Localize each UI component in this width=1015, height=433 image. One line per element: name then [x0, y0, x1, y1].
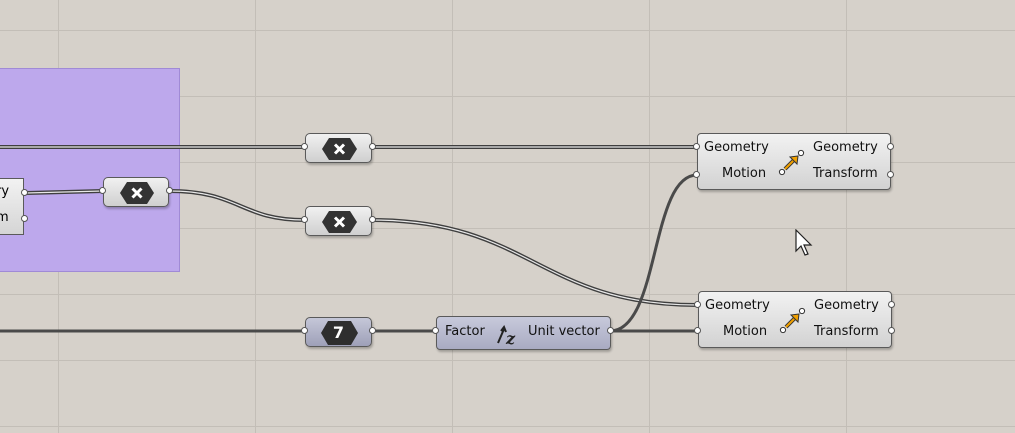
relay-1-input-port[interactable]	[99, 187, 106, 194]
move-2-input-motion-label: Motion	[723, 324, 768, 339]
unit-z-icon: z	[497, 324, 516, 347]
move-2-output-transform-label: Transform	[814, 324, 879, 339]
relay-3-output-port[interactable]	[369, 216, 376, 223]
relay-2[interactable]	[305, 133, 372, 163]
x-hexagon-icon	[120, 182, 154, 204]
relay-3[interactable]	[305, 206, 372, 236]
mouse-cursor-icon	[795, 229, 813, 256]
unit-z-input-port[interactable]	[432, 327, 439, 334]
svg-text:z: z	[505, 329, 516, 347]
number-param[interactable]: 7	[305, 317, 372, 347]
relay-1-output-port[interactable]	[166, 187, 173, 194]
move-1-geometry-output-port[interactable]	[887, 143, 894, 150]
move-2-geometry-output-port[interactable]	[888, 301, 895, 308]
x-hexagon-icon	[322, 138, 357, 160]
wire-vector-to-move-1	[608, 173, 699, 333]
move-1-transform-output-port[interactable]	[887, 171, 894, 178]
move-1-output-transform-label: Transform	[813, 166, 878, 181]
move-arrow-icon	[778, 149, 805, 176]
edge-output-2-label: m	[0, 210, 9, 225]
number-param-output-port[interactable]	[369, 327, 376, 334]
move-1-input-motion-label: Motion	[722, 166, 767, 181]
relay-1[interactable]	[103, 177, 169, 207]
unit-z-input-label: Factor	[445, 324, 485, 339]
edge-output-1-label: ry	[0, 184, 10, 199]
relay-3-input-port[interactable]	[301, 216, 308, 223]
unit-z-output-port[interactable]	[607, 327, 614, 334]
move-2-output-geometry-label: Geometry	[814, 298, 879, 313]
number-param-input-port[interactable]	[301, 327, 308, 334]
move-1-input-geometry-label: Geometry	[704, 140, 769, 155]
move-1-geometry-input-port[interactable]	[693, 143, 700, 150]
move-2-motion-input-port[interactable]	[694, 327, 701, 334]
relay-2-input-port[interactable]	[301, 143, 308, 150]
move-arrow-icon	[779, 307, 806, 334]
edge-component[interactable]: ry m	[0, 178, 24, 235]
number-param-value: 7	[332, 323, 345, 342]
edge-output-1-port[interactable]	[21, 189, 28, 196]
unit-z-component[interactable]: Factor z Unit vector	[436, 316, 611, 350]
x-hexagon-icon	[322, 211, 357, 233]
relay-2-output-port[interactable]	[369, 143, 376, 150]
move-1-output-geometry-label: Geometry	[813, 140, 878, 155]
move-2-geometry-input-port[interactable]	[694, 301, 701, 308]
move-component-2[interactable]: Geometry Motion Geometry Transform	[698, 291, 892, 348]
move-2-transform-output-port[interactable]	[888, 327, 895, 334]
edge-output-2-port[interactable]	[21, 215, 28, 222]
move-component-1[interactable]: Geometry Motion Geometry Transform	[697, 133, 891, 190]
unit-z-output-label: Unit vector	[528, 324, 600, 339]
move-2-input-geometry-label: Geometry	[705, 298, 770, 313]
move-1-motion-input-port[interactable]	[693, 171, 700, 178]
wires-layer	[0, 145, 699, 333]
